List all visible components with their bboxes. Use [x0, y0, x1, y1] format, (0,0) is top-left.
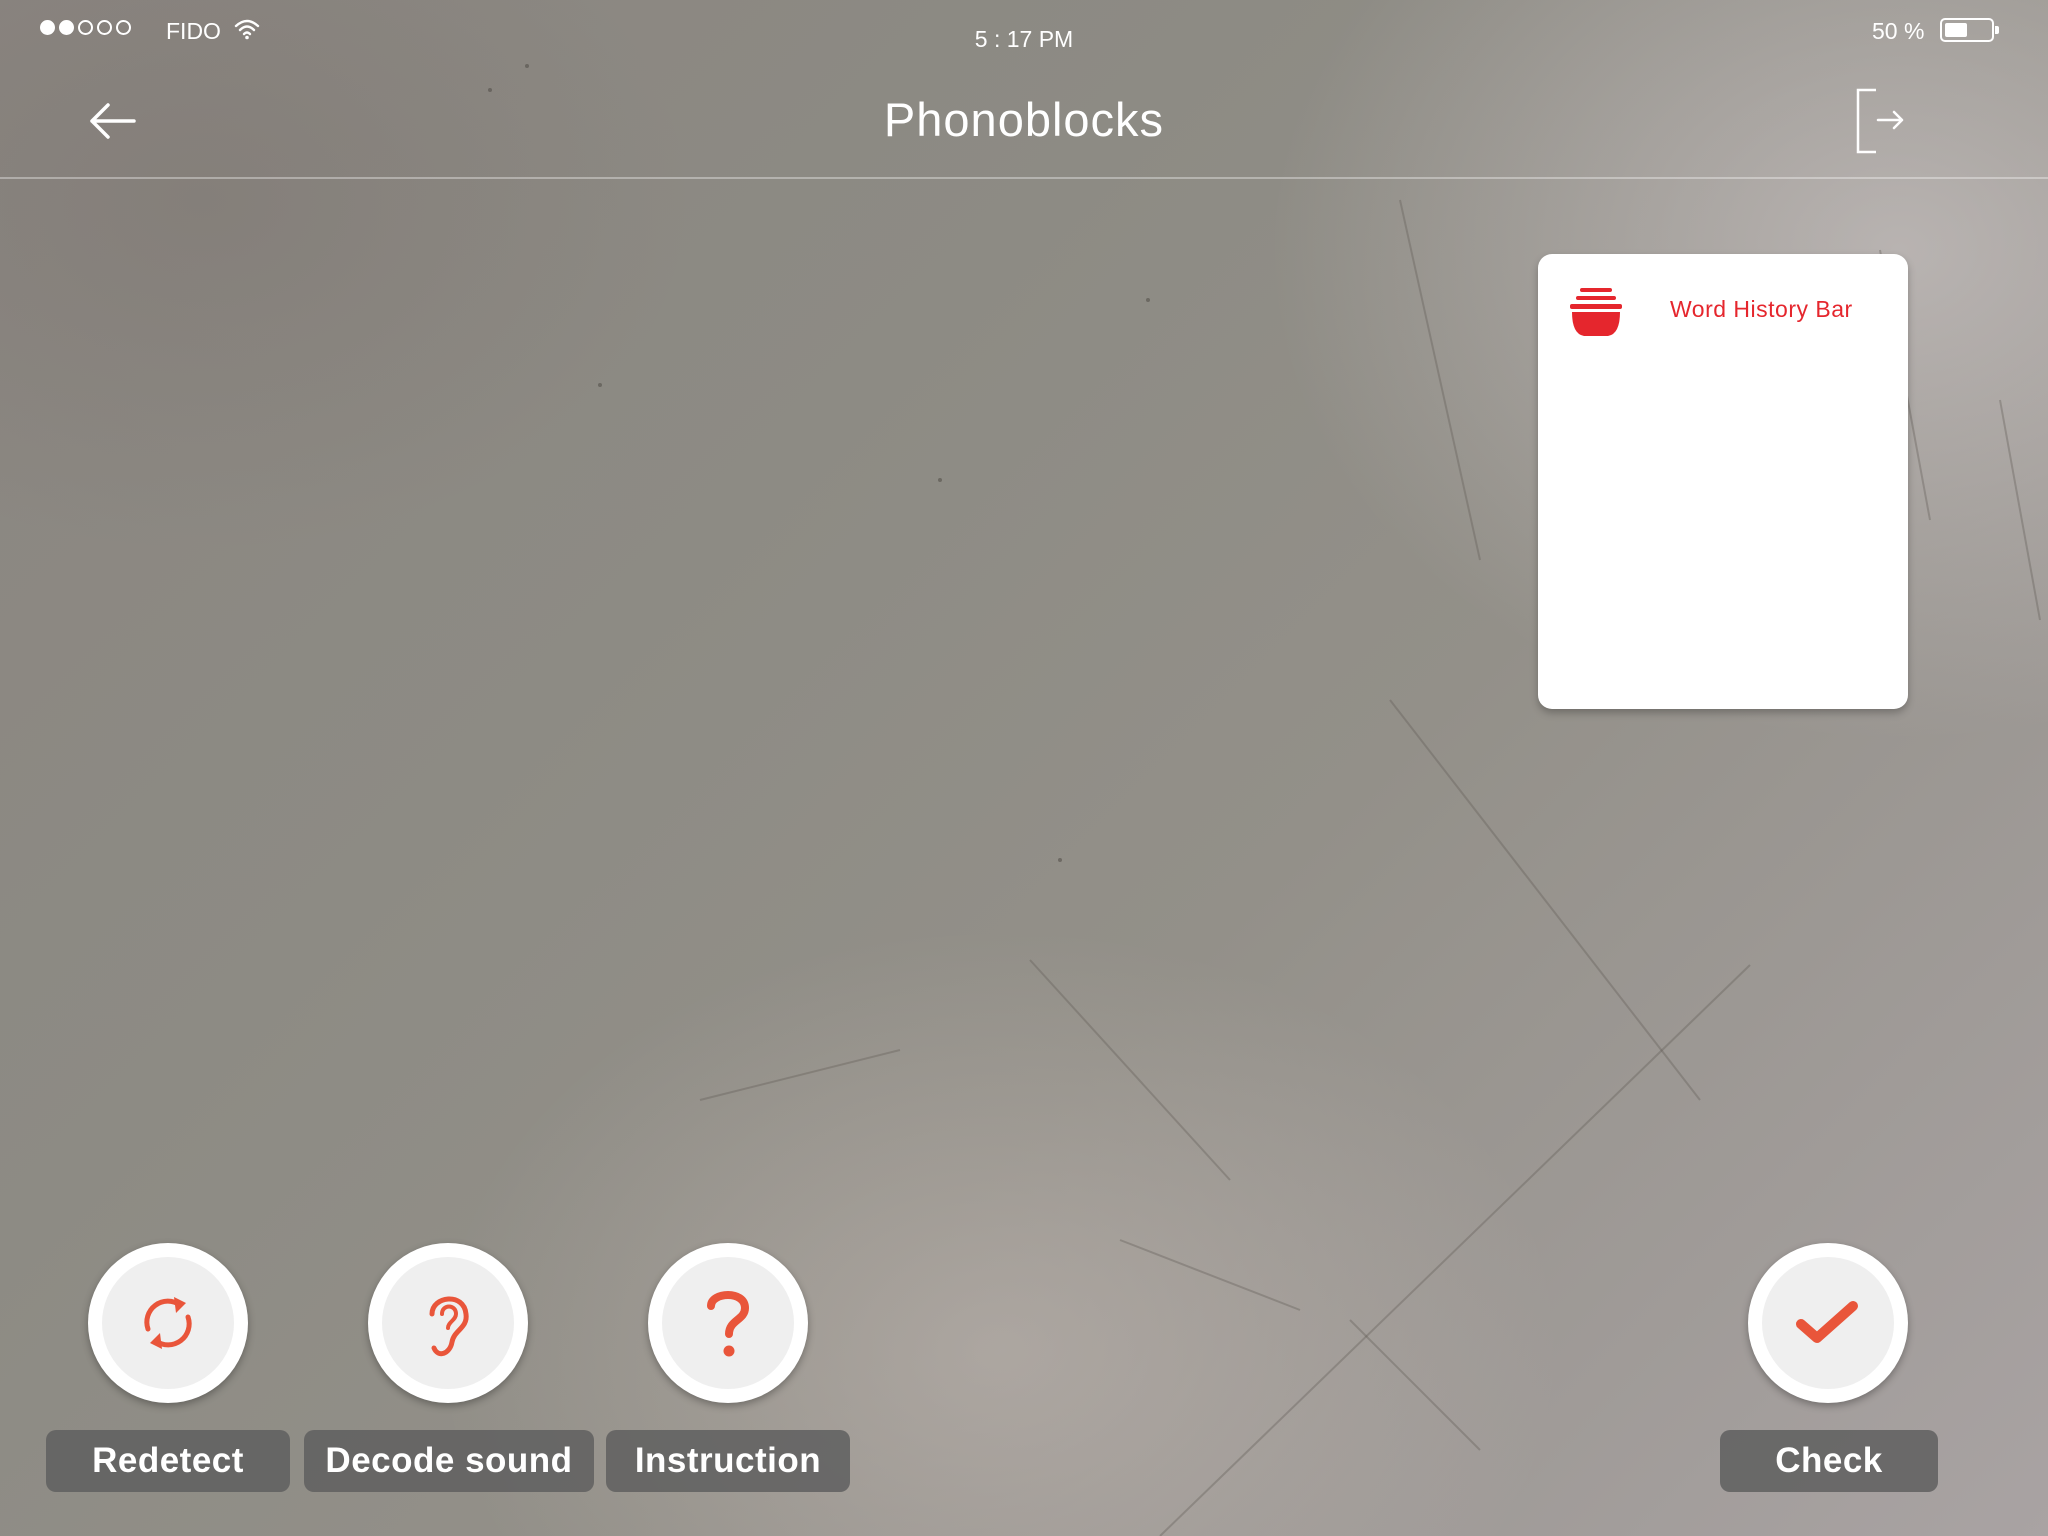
instruction-label[interactable]: Instruction — [606, 1430, 850, 1492]
battery-percentage: 50 % — [1872, 18, 1925, 44]
status-bar: FIDO 5 : 17 PM 50 % — [0, 0, 2048, 60]
stacked-bowl-icon — [1570, 288, 1622, 336]
checkmark-icon — [1796, 1301, 1858, 1343]
logout-icon — [1856, 88, 1904, 154]
instruction-button[interactable] — [648, 1243, 808, 1403]
word-history-card: Word History Bar — [1538, 254, 1908, 709]
check-label[interactable]: Check — [1720, 1430, 1938, 1492]
status-time: 5 : 17 PM — [974, 26, 1074, 52]
battery-icon — [1940, 18, 1999, 42]
nav-divider — [0, 177, 2048, 179]
redetect-button[interactable] — [88, 1243, 248, 1403]
question-icon — [707, 1291, 750, 1357]
decode-sound-label[interactable]: Decode sound — [304, 1430, 594, 1492]
logout-button[interactable] — [1856, 88, 1912, 154]
redetect-label[interactable]: Redetect — [46, 1430, 290, 1492]
decode-sound-button[interactable] — [368, 1243, 528, 1403]
refresh-icon — [144, 1297, 192, 1349]
check-button[interactable] — [1748, 1243, 1908, 1403]
camera-background — [488, 64, 2041, 1536]
word-history-title: Word History Bar — [1670, 296, 1853, 322]
page-title: Phonoblocks — [883, 93, 1165, 146]
ear-icon — [429, 1296, 469, 1357]
